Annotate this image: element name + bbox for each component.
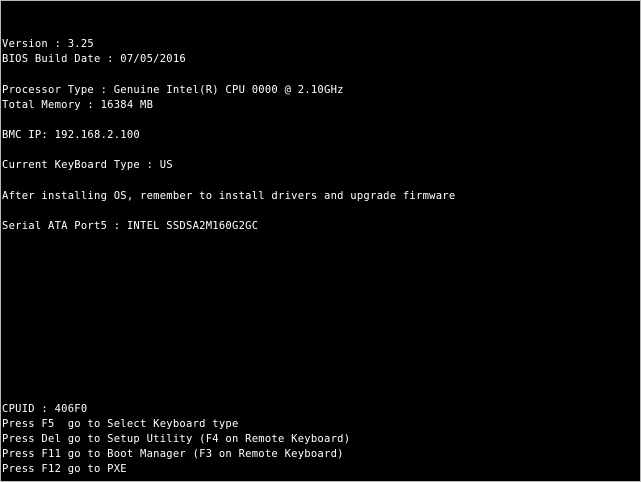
bmc-ip-text: BMC IP: 192.168.2.100 <box>2 129 141 141</box>
total-memory-text: Total Memory : 16384 MB <box>2 99 154 111</box>
hotkey-f12-text: Press F12 go to PXE <box>2 463 127 475</box>
bios-post-screen: Version : 3.25 BIOS Build Date : 07/05/2… <box>0 0 641 482</box>
keyboard-type-text: Current KeyBoard Type : US <box>2 159 173 171</box>
post-install-notice: After installing OS, remember to install… <box>2 190 456 202</box>
cpuid-text: CPUID : 406F0 <box>2 403 88 415</box>
hotkey-f11-text: Press F11 go to Boot Manager (F3 on Remo… <box>2 448 344 460</box>
bios-build-date-text: BIOS Build Date : 07/05/2016 <box>2 53 187 65</box>
hotkey-del-text: Press Del go to Setup Utility (F4 on Rem… <box>2 433 351 445</box>
processor-type-text: Processor Type : Genuine Intel(R) CPU 00… <box>2 84 344 96</box>
version-text: Version : 3.25 <box>2 38 95 50</box>
hotkey-f5-text: Press F5 go to Select Keyboard type <box>2 418 239 430</box>
serial-ata-port-text: Serial ATA Port5 : INTEL SSDSA2M160G2GC <box>2 220 259 232</box>
